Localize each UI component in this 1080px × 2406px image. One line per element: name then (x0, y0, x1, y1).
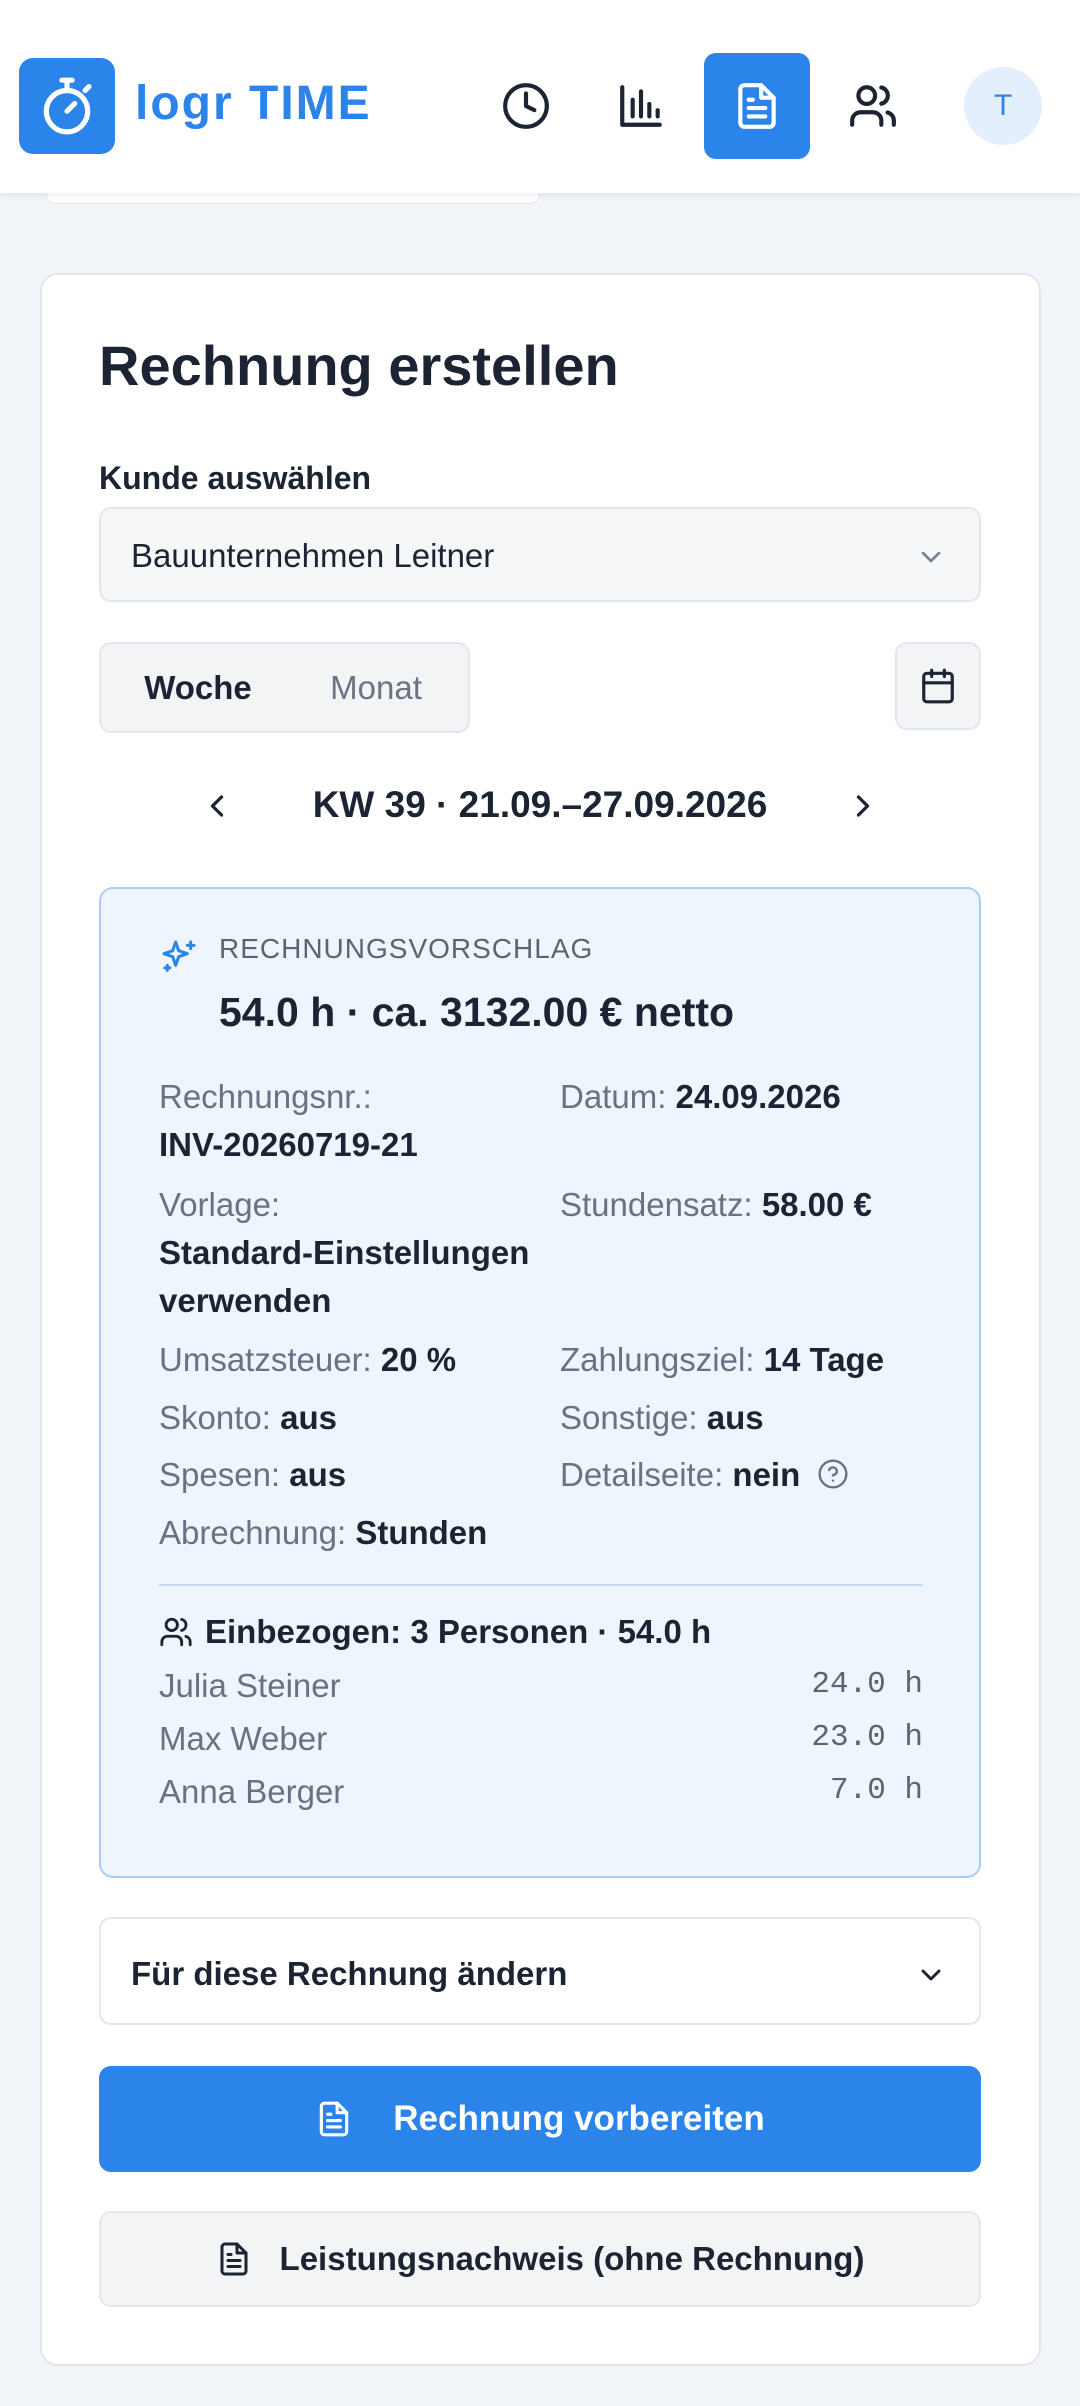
calendar-button[interactable] (895, 642, 981, 730)
detail-page-value: nein (732, 1456, 801, 1493)
user-avatar[interactable]: T (964, 67, 1042, 145)
prepare-invoice-label: Rechnung vorbereiten (393, 2099, 765, 2138)
billing-mode-value: Stunden (355, 1514, 488, 1551)
nav-time-tracking-button[interactable] (473, 53, 579, 159)
change-for-this-invoice-label: Für diese Rechnung ändern (131, 1955, 568, 1992)
top-navigation-bar: logr TIME T (0, 0, 1080, 193)
users-icon (160, 1617, 192, 1647)
billing-mode: Abrechnung: Stunden (159, 1509, 487, 1557)
invoice-number: Rechnungsnr.: INV-20260719-21 (159, 1073, 418, 1169)
person-hours: 24.0 h (811, 1667, 923, 1702)
invoice-proposal-panel: RECHNUNGSVORSCHLAG 54.0 h · ca. 3132.00 … (99, 887, 981, 1878)
discount-label: Skonto: (159, 1399, 271, 1436)
detail-page: Detailseite: nein (560, 1451, 849, 1499)
chevron-down-icon (921, 551, 941, 563)
template-label: Vorlage: (159, 1186, 281, 1223)
invoice-number-label: Rechnungsnr.: (159, 1078, 372, 1115)
help-circle-icon[interactable] (817, 1458, 849, 1490)
included-summary-text: Einbezogen: 3 Personen · 54.0 h (205, 1613, 712, 1650)
included-summary: Einbezogen: 3 Personen · 54.0 h (159, 1607, 711, 1657)
other-label: Sonstige: (560, 1399, 698, 1436)
invoice-date-value: 24.09.2026 (675, 1078, 841, 1115)
expenses: Spesen: aus (159, 1451, 346, 1499)
chevron-right-icon[interactable] (845, 788, 881, 824)
payment-term-label: Zahlungsziel: (560, 1341, 755, 1378)
invoice-date-label: Datum: (560, 1078, 667, 1115)
proposal-divider (159, 1584, 923, 1586)
nav-team-button[interactable] (820, 53, 926, 159)
hourly-rate-value: 58.00 € (761, 1186, 872, 1223)
hourly-rate-label: Stundensatz: (560, 1186, 753, 1223)
expenses-value: aus (289, 1456, 347, 1493)
chevron-down-icon (921, 1969, 941, 1981)
week-navigator: KW 39 · 21.09.–27.09.2026 (99, 776, 981, 836)
list-item: Anna Berger 7.0 h (159, 1767, 923, 1817)
proposal-headline: 54.0 h · ca. 3132.00 € netto (219, 989, 735, 1035)
vat: Umsatzsteuer: 20 % (159, 1336, 456, 1384)
period-toggle: Woche Monat (99, 642, 470, 733)
person-hours: 23.0 h (811, 1720, 923, 1755)
change-for-this-invoice-toggle[interactable]: Für diese Rechnung ändern (99, 1917, 981, 2025)
hourly-rate: Stundensatz: 58.00 € (560, 1181, 872, 1229)
page-title: Rechnung erstellen (99, 334, 619, 397)
stopwatch-logo-icon[interactable] (19, 58, 115, 154)
list-item: Julia Steiner 24.0 h (159, 1661, 923, 1711)
vat-label: Umsatzsteuer: (159, 1341, 372, 1378)
billing-mode-label: Abrechnung: (159, 1514, 347, 1551)
app-logo-text: logr TIME (135, 77, 372, 130)
prepare-invoice-button[interactable]: Rechnung vorbereiten (99, 2066, 981, 2172)
template: Vorlage: Standard-Einstellungen verwende… (159, 1181, 529, 1325)
discount: Skonto: aus (159, 1394, 337, 1442)
tab-week[interactable]: Woche (108, 651, 288, 724)
person-hours: 7.0 h (829, 1773, 923, 1808)
vat-value: 20 % (380, 1341, 457, 1378)
payment-term: Zahlungsziel: 14 Tage (560, 1336, 884, 1384)
bar-chart-icon (620, 85, 662, 127)
clock-icon (503, 83, 549, 129)
list-item: Max Weber 23.0 h (159, 1714, 923, 1764)
proposal-kicker: RECHNUNGSVORSCHLAG (219, 933, 594, 964)
document-icon (320, 2101, 349, 2137)
discount-value: aus (280, 1399, 337, 1436)
person-name: Julia Steiner (159, 1667, 341, 1704)
detail-page-label: Detailseite: (560, 1456, 724, 1493)
nav-reports-button[interactable] (588, 53, 694, 159)
template-value-line2: verwenden (159, 1282, 332, 1319)
users-icon (850, 85, 896, 127)
proof-of-work-button[interactable]: Leistungsnachweis (ohne Rechnung) (99, 2211, 981, 2307)
document-icon (738, 83, 776, 129)
nav-invoices-button[interactable] (704, 53, 810, 159)
payment-term-value: 14 Tage (763, 1341, 885, 1378)
customer-select-label: Kunde auswählen (99, 460, 372, 496)
invoice-number-value: INV-20260719-21 (159, 1126, 418, 1163)
invoice-date: Datum: 24.09.2026 (560, 1073, 841, 1121)
person-name: Max Weber (159, 1720, 328, 1757)
customer-select[interactable]: Bauunternehmen Leitner (99, 507, 981, 602)
customer-select-value: Bauunternehmen Leitner (131, 537, 495, 574)
other: Sonstige: aus (560, 1394, 764, 1442)
template-value-line1: Standard-Einstellungen (159, 1234, 530, 1271)
sparkles-icon (162, 940, 196, 972)
expenses-label: Spesen: (159, 1456, 281, 1493)
document-icon (220, 2242, 248, 2276)
proof-of-work-label: Leistungsnachweis (ohne Rechnung) (279, 2240, 865, 2277)
person-name: Anna Berger (159, 1773, 345, 1810)
tab-month[interactable]: Monat (291, 651, 461, 724)
other-value: aus (706, 1399, 764, 1436)
calendar-icon (922, 668, 954, 704)
